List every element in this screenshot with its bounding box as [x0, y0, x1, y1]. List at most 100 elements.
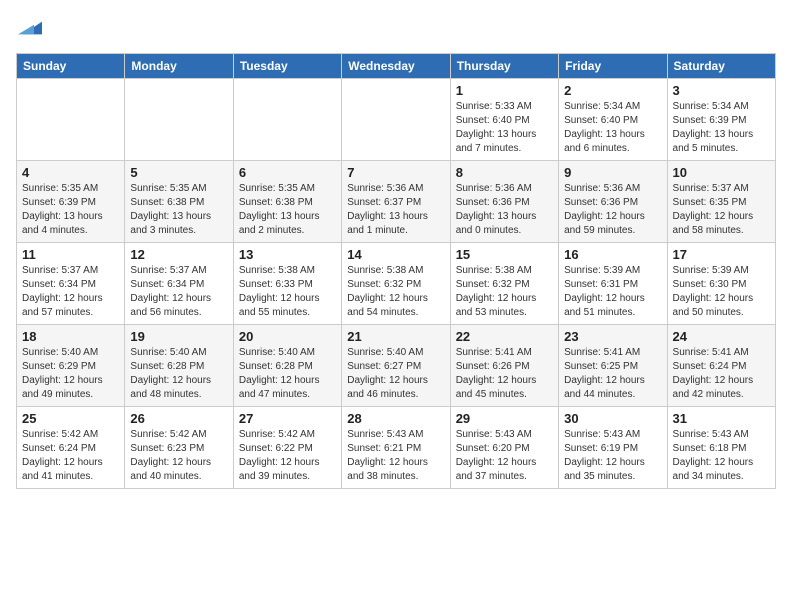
calendar-cell: 29Sunrise: 5:43 AM Sunset: 6:20 PM Dayli…	[450, 407, 558, 489]
day-info: Sunrise: 5:42 AM Sunset: 6:23 PM Dayligh…	[130, 428, 227, 484]
day-number: 6	[239, 165, 336, 180]
calendar-cell	[17, 79, 125, 161]
calendar-cell: 9 Sunrise: 5:36 AM Sunset: 6:36 PM Daylig…	[559, 161, 667, 243]
calendar-cell: 25 Sunrise: 5:42 AM Sunset: 6:24 PM Dayli…	[17, 407, 125, 489]
day-info: Sunrise: 5:36 AM Sunset: 6:37 PM Dayligh…	[347, 182, 444, 238]
day-number: 5	[130, 165, 227, 180]
calendar-cell: 12 Sunrise: 5:37 AM Sunset: 6:34 PM Dayli…	[125, 243, 233, 325]
day-info: Sunrise: 5:41 AM Sunset: 6:24 PM Dayligh…	[673, 346, 770, 402]
calendar-cell: 4 Sunrise: 5:35 AM Sunset: 6:39 PM Daylig…	[17, 161, 125, 243]
day-number: 10	[673, 165, 770, 180]
day-number: 20	[239, 329, 336, 344]
day-number: 12	[130, 247, 227, 262]
day-info: Sunrise: 5:42 AM Sunset: 6:22 PM Dayligh…	[239, 428, 336, 484]
calendar-cell: 23Sunrise: 5:41 AM Sunset: 6:25 PM Dayli…	[559, 325, 667, 407]
calendar-cell: 22 Sunrise: 5:41 AM Sunset: 6:26 PM Dayli…	[450, 325, 558, 407]
day-number: 4	[22, 165, 119, 180]
day-info: Sunrise: 5:39 AM Sunset: 6:31 PM Dayligh…	[564, 264, 661, 320]
calendar-cell: 5 Sunrise: 5:35 AM Sunset: 6:38 PM Daylig…	[125, 161, 233, 243]
logo-block	[16, 16, 42, 45]
logo	[16, 16, 42, 45]
day-info: Sunrise: 5:37 AM Sunset: 6:35 PM Dayligh…	[673, 182, 770, 238]
day-info: Sunrise: 5:35 AM Sunset: 6:38 PM Dayligh…	[239, 182, 336, 238]
day-info: Sunrise: 5:39 AM Sunset: 6:30 PM Dayligh…	[673, 264, 770, 320]
day-info: Sunrise: 5:35 AM Sunset: 6:38 PM Dayligh…	[130, 182, 227, 238]
day-info: Sunrise: 5:36 AM Sunset: 6:36 PM Dayligh…	[564, 182, 661, 238]
day-number: 11	[22, 247, 119, 262]
day-info: Sunrise: 5:43 AM Sunset: 6:18 PM Dayligh…	[673, 428, 770, 484]
day-number: 8	[456, 165, 553, 180]
calendar-week-row: 25 Sunrise: 5:42 AM Sunset: 6:24 PM Dayli…	[17, 407, 776, 489]
day-number: 24	[673, 329, 770, 344]
col-header-tuesday: Tuesday	[233, 54, 341, 79]
calendar-cell: 26Sunrise: 5:42 AM Sunset: 6:23 PM Dayli…	[125, 407, 233, 489]
day-number: 21	[347, 329, 444, 344]
calendar-cell	[342, 79, 450, 161]
calendar-cell: 16 Sunrise: 5:39 AM Sunset: 6:31 PM Dayli…	[559, 243, 667, 325]
day-info: Sunrise: 5:34 AM Sunset: 6:39 PM Dayligh…	[673, 100, 770, 156]
col-header-wednesday: Wednesday	[342, 54, 450, 79]
day-number: 19	[130, 329, 227, 344]
calendar-cell: 31 Sunrise: 5:43 AM Sunset: 6:18 PM Dayli…	[667, 407, 775, 489]
day-number: 31	[673, 411, 770, 426]
calendar-week-row: 4 Sunrise: 5:35 AM Sunset: 6:39 PM Daylig…	[17, 161, 776, 243]
col-header-monday: Monday	[125, 54, 233, 79]
calendar-table: SundayMondayTuesdayWednesdayThursdayFrid…	[16, 53, 776, 489]
calendar-week-row: 1 Sunrise: 5:33 AM Sunset: 6:40 PM Daylig…	[17, 79, 776, 161]
day-info: Sunrise: 5:40 AM Sunset: 6:29 PM Dayligh…	[22, 346, 119, 402]
day-number: 27	[239, 411, 336, 426]
day-info: Sunrise: 5:41 AM Sunset: 6:26 PM Dayligh…	[456, 346, 553, 402]
day-number: 16	[564, 247, 661, 262]
calendar-cell: 10 Sunrise: 5:37 AM Sunset: 6:35 PM Dayli…	[667, 161, 775, 243]
day-info: Sunrise: 5:40 AM Sunset: 6:28 PM Dayligh…	[239, 346, 336, 402]
logo-icon	[18, 16, 42, 40]
day-number: 14	[347, 247, 444, 262]
page-header	[16, 16, 776, 45]
calendar-cell: 1 Sunrise: 5:33 AM Sunset: 6:40 PM Daylig…	[450, 79, 558, 161]
calendar-cell: 6 Sunrise: 5:35 AM Sunset: 6:38 PM Daylig…	[233, 161, 341, 243]
calendar-cell: 14 Sunrise: 5:38 AM Sunset: 6:32 PM Dayli…	[342, 243, 450, 325]
calendar-cell: 11 Sunrise: 5:37 AM Sunset: 6:34 PM Dayli…	[17, 243, 125, 325]
day-info: Sunrise: 5:38 AM Sunset: 6:32 PM Dayligh…	[347, 264, 444, 320]
day-number: 30	[564, 411, 661, 426]
calendar-cell: 19Sunrise: 5:40 AM Sunset: 6:28 PM Dayli…	[125, 325, 233, 407]
day-number: 2	[564, 83, 661, 98]
day-info: Sunrise: 5:43 AM Sunset: 6:19 PM Dayligh…	[564, 428, 661, 484]
col-header-thursday: Thursday	[450, 54, 558, 79]
day-number: 28	[347, 411, 444, 426]
calendar-cell: 30 Sunrise: 5:43 AM Sunset: 6:19 PM Dayli…	[559, 407, 667, 489]
day-number: 17	[673, 247, 770, 262]
calendar-header-row: SundayMondayTuesdayWednesdayThursdayFrid…	[17, 54, 776, 79]
col-header-friday: Friday	[559, 54, 667, 79]
day-info: Sunrise: 5:42 AM Sunset: 6:24 PM Dayligh…	[22, 428, 119, 484]
day-number: 13	[239, 247, 336, 262]
calendar-cell: 2Sunrise: 5:34 AM Sunset: 6:40 PM Daylig…	[559, 79, 667, 161]
day-info: Sunrise: 5:37 AM Sunset: 6:34 PM Dayligh…	[130, 264, 227, 320]
calendar-cell: 18Sunrise: 5:40 AM Sunset: 6:29 PM Dayli…	[17, 325, 125, 407]
calendar-cell	[125, 79, 233, 161]
day-number: 3	[673, 83, 770, 98]
day-info: Sunrise: 5:33 AM Sunset: 6:40 PM Dayligh…	[456, 100, 553, 156]
day-number: 15	[456, 247, 553, 262]
day-info: Sunrise: 5:41 AM Sunset: 6:25 PM Dayligh…	[564, 346, 661, 402]
day-info: Sunrise: 5:38 AM Sunset: 6:32 PM Dayligh…	[456, 264, 553, 320]
day-info: Sunrise: 5:36 AM Sunset: 6:36 PM Dayligh…	[456, 182, 553, 238]
calendar-cell: 7Sunrise: 5:36 AM Sunset: 6:37 PM Daylig…	[342, 161, 450, 243]
day-info: Sunrise: 5:43 AM Sunset: 6:21 PM Dayligh…	[347, 428, 444, 484]
calendar-cell: 28 Sunrise: 5:43 AM Sunset: 6:21 PM Dayli…	[342, 407, 450, 489]
day-info: Sunrise: 5:37 AM Sunset: 6:34 PM Dayligh…	[22, 264, 119, 320]
day-number: 1	[456, 83, 553, 98]
day-number: 25	[22, 411, 119, 426]
day-info: Sunrise: 5:40 AM Sunset: 6:27 PM Dayligh…	[347, 346, 444, 402]
day-number: 22	[456, 329, 553, 344]
col-header-saturday: Saturday	[667, 54, 775, 79]
day-info: Sunrise: 5:35 AM Sunset: 6:39 PM Dayligh…	[22, 182, 119, 238]
calendar-week-row: 11 Sunrise: 5:37 AM Sunset: 6:34 PM Dayli…	[17, 243, 776, 325]
calendar-cell: 20 Sunrise: 5:40 AM Sunset: 6:28 PM Dayli…	[233, 325, 341, 407]
calendar-cell: 13Sunrise: 5:38 AM Sunset: 6:33 PM Dayli…	[233, 243, 341, 325]
calendar-cell: 21 Sunrise: 5:40 AM Sunset: 6:27 PM Dayli…	[342, 325, 450, 407]
day-number: 9	[564, 165, 661, 180]
calendar-cell: 3 Sunrise: 5:34 AM Sunset: 6:39 PM Daylig…	[667, 79, 775, 161]
calendar-cell: 17 Sunrise: 5:39 AM Sunset: 6:30 PM Dayli…	[667, 243, 775, 325]
calendar-cell	[233, 79, 341, 161]
